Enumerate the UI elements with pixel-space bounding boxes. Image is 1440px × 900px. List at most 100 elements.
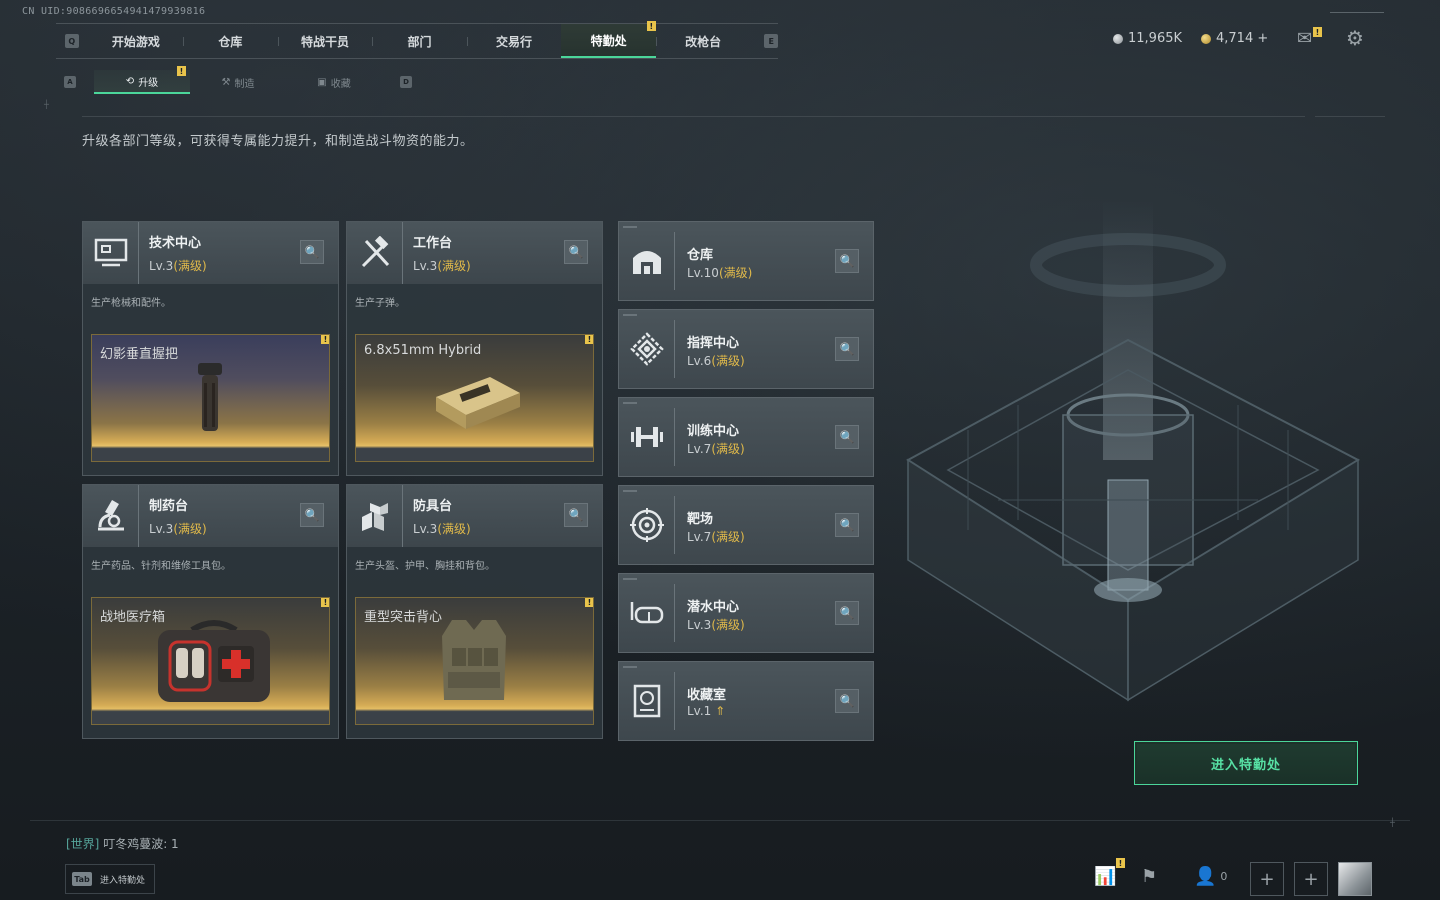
tab-gunsmith[interactable]: 改枪台 (655, 24, 751, 58)
friends-button[interactable]: 👤 0 (1194, 866, 1227, 887)
tab-special-ops[interactable]: 特勤处 ! (561, 21, 656, 58)
vertical-grip-icon (198, 363, 222, 431)
card-header: 工作台 Lv.3(满级) 🔍 (347, 222, 602, 284)
subtab-collection[interactable]: ▣ 收藏 (286, 70, 382, 94)
max-label: (满级) (718, 266, 753, 280)
tab-key: Tab (72, 872, 92, 886)
tab-special-ops-label: 特勤处 (590, 33, 627, 48)
world-chat[interactable]: [世界] 叮冬鸡蔓波: 1 (66, 835, 179, 852)
craft-item-slot[interactable]: 幻影垂直握把 ! (91, 334, 330, 462)
divider (30, 820, 1410, 821)
subtab-craft[interactable]: ⚒ 制造 (190, 70, 286, 94)
diving-mask-icon (619, 584, 675, 642)
card-description: 生产子弹。 (355, 298, 405, 309)
item-badge: ! (321, 335, 329, 344)
card-title: 制药台 (149, 499, 189, 514)
flag-icon[interactable]: ⚑ (1141, 866, 1157, 887)
search-icon[interactable]: 🔍 (835, 601, 859, 625)
tab-hint-label: 进入特勤处 (100, 875, 146, 886)
craft-item-slot[interactable]: 战地医疗箱 ! (91, 597, 330, 725)
search-icon[interactable]: 🔍 (835, 337, 859, 361)
card-level: Lv.7(满级) (687, 440, 745, 457)
mail-icon[interactable]: ✉ (1297, 28, 1312, 49)
level-value: Lv.10 (687, 266, 719, 280)
card-armor-bench[interactable]: 防具台 Lv.3(满级) 🔍 生产头盔、护甲、胸挂和背包。 重型突击背心 ! (346, 484, 603, 739)
card-title: 训练中心 (687, 424, 740, 439)
max-label: (满级) (711, 354, 745, 368)
card-level: Lv.10(满级) (687, 264, 752, 281)
gear-icon[interactable]: ⚙ (1346, 26, 1364, 50)
level-value: Lv.1 (687, 704, 712, 718)
craft-item-slot[interactable]: 6.8x51mm Hybrid ! (355, 334, 594, 462)
card-description: 生产头盔、护甲、胸挂和背包。 (355, 561, 495, 572)
card-header: 技术中心 Lv.3(满级) 🔍 (83, 222, 338, 284)
level-value: Lv.7 (687, 530, 712, 544)
silver-coin-icon (1113, 33, 1123, 44)
warehouse-icon (619, 232, 675, 290)
target-icon (619, 496, 675, 554)
card-diving-center[interactable]: 潜水中心 Lv.3(满级) 🔍 (618, 573, 874, 653)
dumbbell-icon (619, 408, 675, 466)
card-title: 技术中心 (149, 236, 202, 251)
add-party-slot-button[interactable]: + (1250, 862, 1284, 896)
subtab-craft-label: 制造 (234, 78, 255, 90)
monitor-icon (83, 222, 139, 284)
tab-hint[interactable]: Tab 进入特勤处 (65, 864, 155, 894)
level-value: Lv.3 (149, 522, 174, 536)
search-icon[interactable]: 🔍 (835, 513, 859, 537)
max-label: (满级) (711, 530, 745, 544)
item-badge: ! (321, 598, 329, 607)
stats-badge: ! (1116, 858, 1125, 868)
enter-special-ops-button[interactable]: 进入特勤处 (1134, 741, 1358, 785)
card-level: Lv.3(满级) (413, 257, 471, 274)
upgrade-arrow-icon: ⇑ (715, 704, 726, 718)
key-hint-q: Q (65, 34, 79, 48)
top-nav: Q 开始游戏 仓库 特战干员 部门 交易行 特勤处 ! 改枪台 E (56, 21, 778, 59)
level-value: Lv.6 (687, 354, 712, 368)
tab-operators[interactable]: 特战干员 (277, 24, 373, 58)
card-command-center[interactable]: 指挥中心 Lv.6(满级) 🔍 (618, 309, 874, 389)
search-icon[interactable]: 🔍 (300, 240, 324, 264)
tab-start-game[interactable]: 开始游戏 (89, 24, 184, 58)
crosshair-deco: ┼ (1390, 818, 1395, 827)
search-icon[interactable]: 🔍 (835, 425, 859, 449)
window-bar (1330, 12, 1384, 13)
card-workbench[interactable]: 工作台 Lv.3(满级) 🔍 生产子弹。 6.8x51mm Hybrid ! (346, 221, 603, 476)
search-icon[interactable]: 🔍 (564, 503, 588, 527)
friends-icon: 👤 (1194, 866, 1217, 887)
level-value: Lv.3 (687, 618, 712, 632)
card-shooting-range[interactable]: 靶场 Lv.7(满级) 🔍 (618, 485, 874, 565)
item-name: 幻影垂直握把 (100, 347, 179, 362)
card-title: 靶场 (687, 512, 714, 527)
card-strip (623, 666, 637, 668)
gold-coin-icon (1201, 33, 1211, 44)
avatar[interactable] (1338, 862, 1372, 896)
card-training-center[interactable]: 训练中心 Lv.7(满级) 🔍 (618, 397, 874, 477)
card-pharmacy[interactable]: 制药台 Lv.3(满级) 🔍 生产药品、针剂和维修工具包。 战地医疗箱 ! (82, 484, 339, 739)
search-icon[interactable]: 🔍 (835, 689, 859, 713)
collection-room-icon (619, 672, 675, 730)
gold-amount: 4,714 + (1216, 31, 1269, 46)
search-icon[interactable]: 🔍 (300, 503, 324, 527)
ammo-box-icon (436, 377, 520, 429)
card-level: Lv.3(满级) (413, 520, 471, 537)
tab-department[interactable]: 部门 (372, 24, 467, 58)
add-party-slot-button[interactable]: + (1294, 862, 1328, 896)
search-icon[interactable]: 🔍 (835, 249, 859, 273)
tab-trading[interactable]: 交易行 (466, 24, 562, 58)
gold-currency[interactable]: 4,714 + (1201, 31, 1268, 46)
card-description: 生产枪械和配件。 (91, 298, 171, 309)
card-collection-room[interactable]: 收藏室 Lv.1 ⇑ 🔍 (618, 661, 874, 741)
item-badge: ! (585, 335, 593, 344)
item-name: 6.8x51mm Hybrid (364, 343, 482, 358)
subtab-badge: ! (177, 66, 186, 76)
tab-warehouse[interactable]: 仓库 (183, 24, 278, 58)
card-warehouse[interactable]: 仓库 Lv.10(满级) 🔍 (618, 221, 874, 301)
craft-item-slot[interactable]: 重型突击背心 ! (355, 597, 594, 725)
search-icon[interactable]: 🔍 (564, 240, 588, 264)
card-title: 仓库 (687, 248, 714, 263)
chat-channel: [世界] (66, 837, 100, 851)
stats-icon[interactable]: 📊 (1094, 866, 1116, 887)
subtab-upgrade[interactable]: ⟲ 升级 ! (94, 66, 190, 94)
card-tech-center[interactable]: 技术中心 Lv.3(满级) 🔍 生产枪械和配件。 幻影垂直握把 ! (82, 221, 339, 476)
